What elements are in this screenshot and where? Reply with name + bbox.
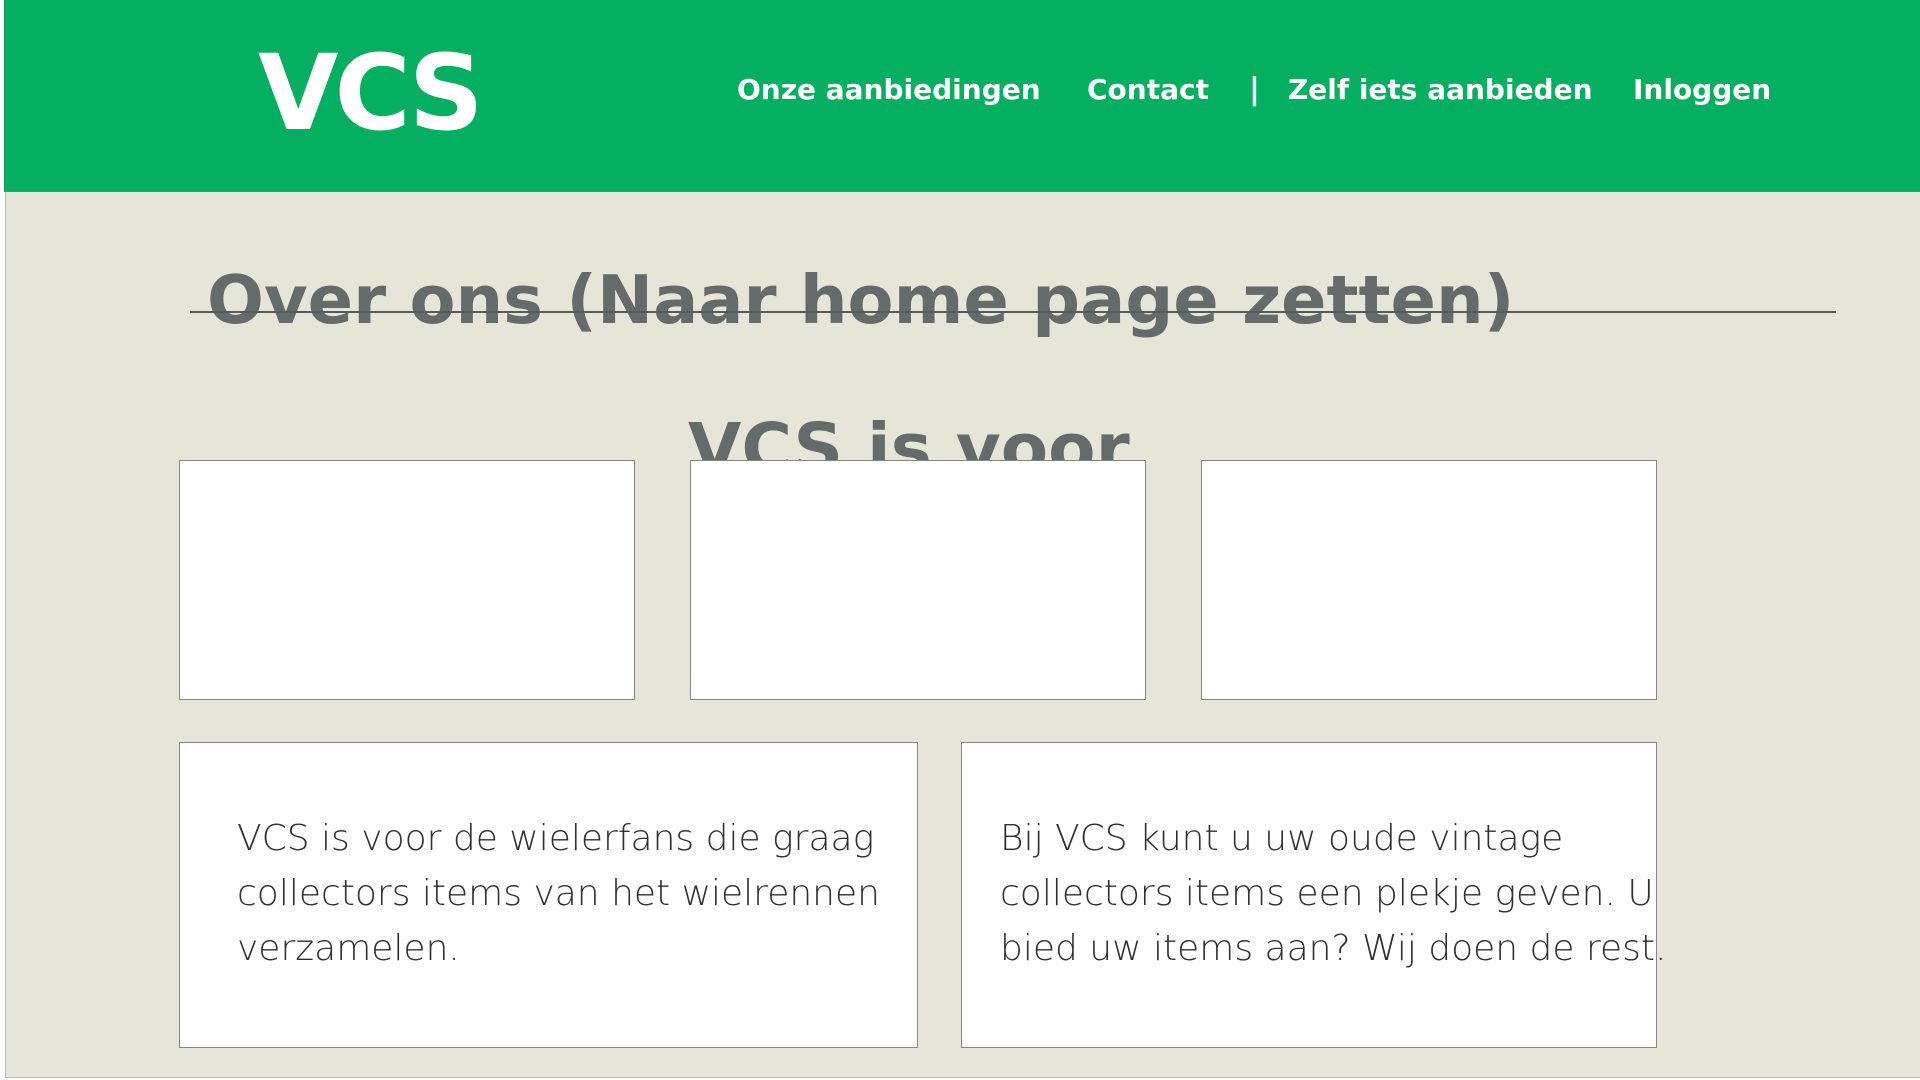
info-card-sellers: Bij VCS kunt u uw oude vintage collector… bbox=[961, 742, 1666, 1048]
nav-inloggen[interactable]: Inloggen bbox=[1633, 70, 1771, 110]
site-header: VCS Onze aanbiedingen Contact | Zelf iet… bbox=[4, 0, 1920, 192]
page-title: Over ons (Naar home page zetten) bbox=[207, 260, 1515, 339]
info-card-fans: VCS is voor de wielerfans die graag coll… bbox=[179, 742, 918, 1048]
nav-zelf-iets-aanbieden[interactable]: Zelf iets aanbieden bbox=[1288, 70, 1593, 110]
info-text-sellers: Bij VCS kunt u uw oude vintage collector… bbox=[1000, 818, 1667, 969]
nav-separator: | bbox=[1249, 72, 1260, 107]
site-logo[interactable]: VCS bbox=[258, 33, 484, 153]
info-text-fans: VCS is voor de wielerfans die graag coll… bbox=[237, 818, 880, 969]
image-placeholder-1 bbox=[179, 460, 635, 700]
page-background: VCS Onze aanbiedingen Contact | Zelf iet… bbox=[4, 0, 1920, 1078]
nav-contact[interactable]: Contact bbox=[1087, 70, 1209, 110]
title-divider bbox=[190, 311, 1836, 313]
image-placeholder-2 bbox=[690, 460, 1146, 700]
image-placeholder-3 bbox=[1201, 460, 1657, 700]
nav-onze-aanbiedingen[interactable]: Onze aanbiedingen bbox=[737, 70, 1041, 110]
